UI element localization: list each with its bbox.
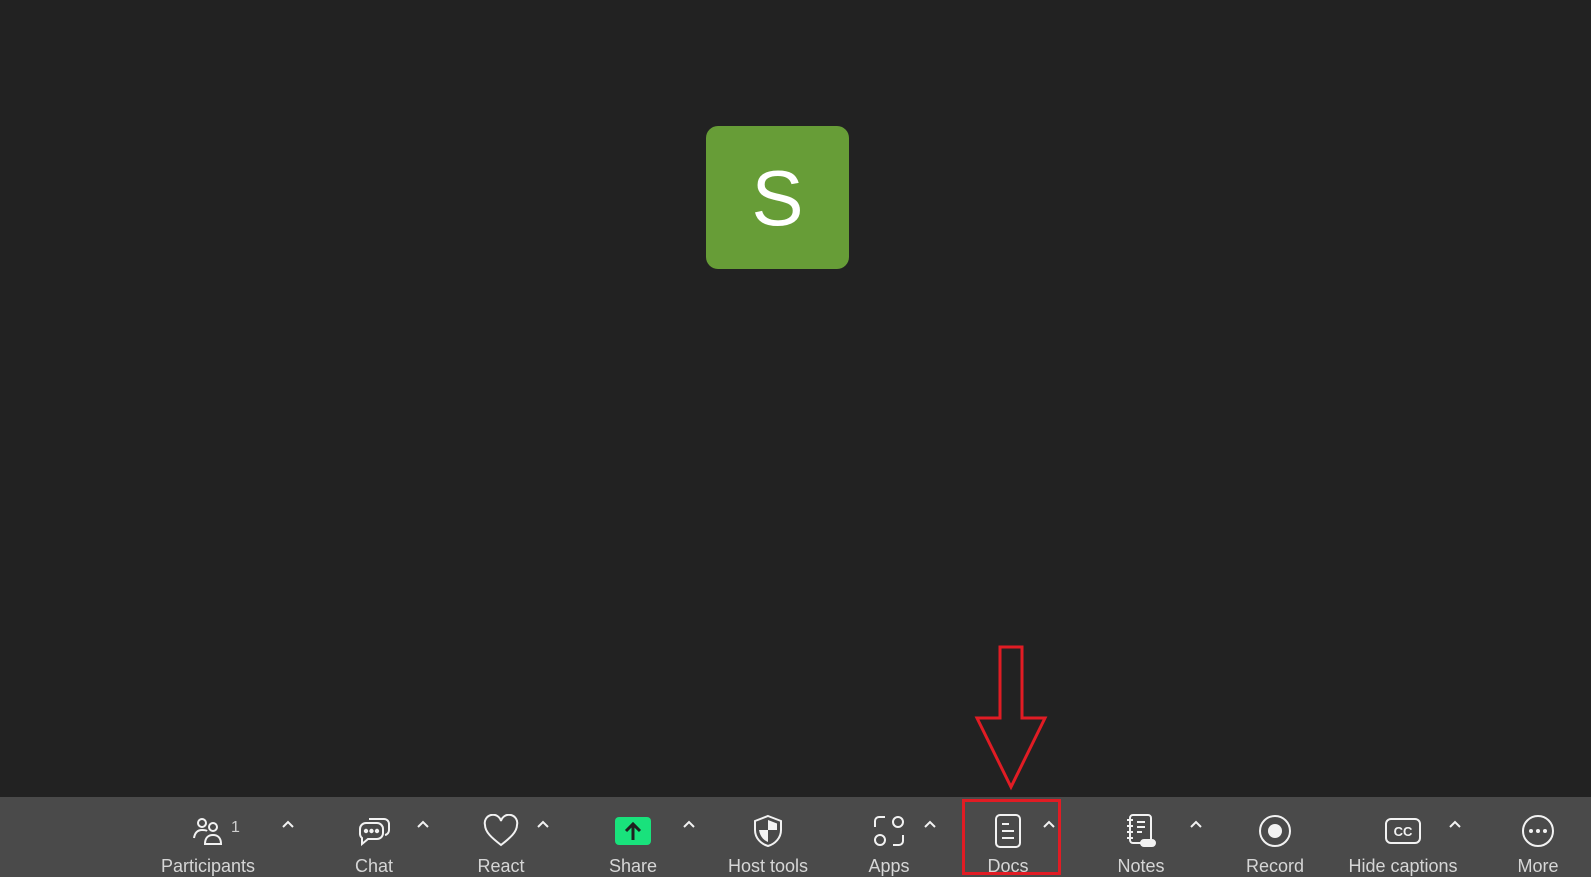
more-button[interactable]: More <box>1508 797 1568 877</box>
react-caret-icon[interactable] <box>532 813 554 835</box>
notes-button[interactable]: Notes <box>1110 797 1172 877</box>
notebook-icon <box>1121 811 1161 851</box>
host-tools-label: Host tools <box>727 856 809 876</box>
participant-avatar: S <box>706 126 849 269</box>
shield-icon <box>748 811 788 851</box>
react-label: React <box>477 856 525 876</box>
video-stage: S <box>0 0 1591 797</box>
svg-text:CC: CC <box>1394 824 1413 839</box>
annotation-arrow-icon <box>974 645 1048 791</box>
apps-icon <box>869 811 909 851</box>
notes-caret-icon[interactable] <box>1185 813 1207 835</box>
more-dots-icon <box>1518 811 1558 851</box>
record-label: Record <box>1245 856 1305 876</box>
more-label: More <box>1517 856 1559 876</box>
hide-captions-label: Hide captions <box>1348 856 1458 876</box>
record-icon <box>1255 811 1295 851</box>
cc-icon: CC <box>1383 811 1423 851</box>
participants-button[interactable]: 1 Participants <box>150 797 266 877</box>
meeting-toolbar: 1 Participants Chat React Share Host too… <box>0 797 1591 877</box>
apps-caret-icon[interactable] <box>919 813 941 835</box>
docs-highlight-box <box>962 799 1061 875</box>
captions-caret-icon[interactable] <box>1444 813 1466 835</box>
host-tools-button[interactable]: Host tools <box>720 797 816 877</box>
participants-caret-icon[interactable] <box>277 813 299 835</box>
hide-captions-button[interactable]: CC Hide captions <box>1345 797 1461 877</box>
participants-icon <box>188 811 228 851</box>
chat-label: Chat <box>354 856 394 876</box>
record-button[interactable]: Record <box>1240 797 1310 877</box>
apps-label: Apps <box>868 856 910 876</box>
share-label: Share <box>608 856 658 876</box>
chat-button[interactable]: Chat <box>343 797 405 877</box>
participant-count: 1 <box>231 819 240 836</box>
apps-button[interactable]: Apps <box>858 797 920 877</box>
share-button[interactable]: Share <box>602 797 664 877</box>
chat-bubble-icon <box>354 811 394 851</box>
share-arrow-icon <box>613 811 653 851</box>
heart-icon <box>481 811 521 851</box>
share-caret-icon[interactable] <box>678 813 700 835</box>
notes-label: Notes <box>1117 856 1165 876</box>
chat-caret-icon[interactable] <box>412 813 434 835</box>
participants-label: Participants <box>160 856 256 876</box>
react-button[interactable]: React <box>470 797 532 877</box>
